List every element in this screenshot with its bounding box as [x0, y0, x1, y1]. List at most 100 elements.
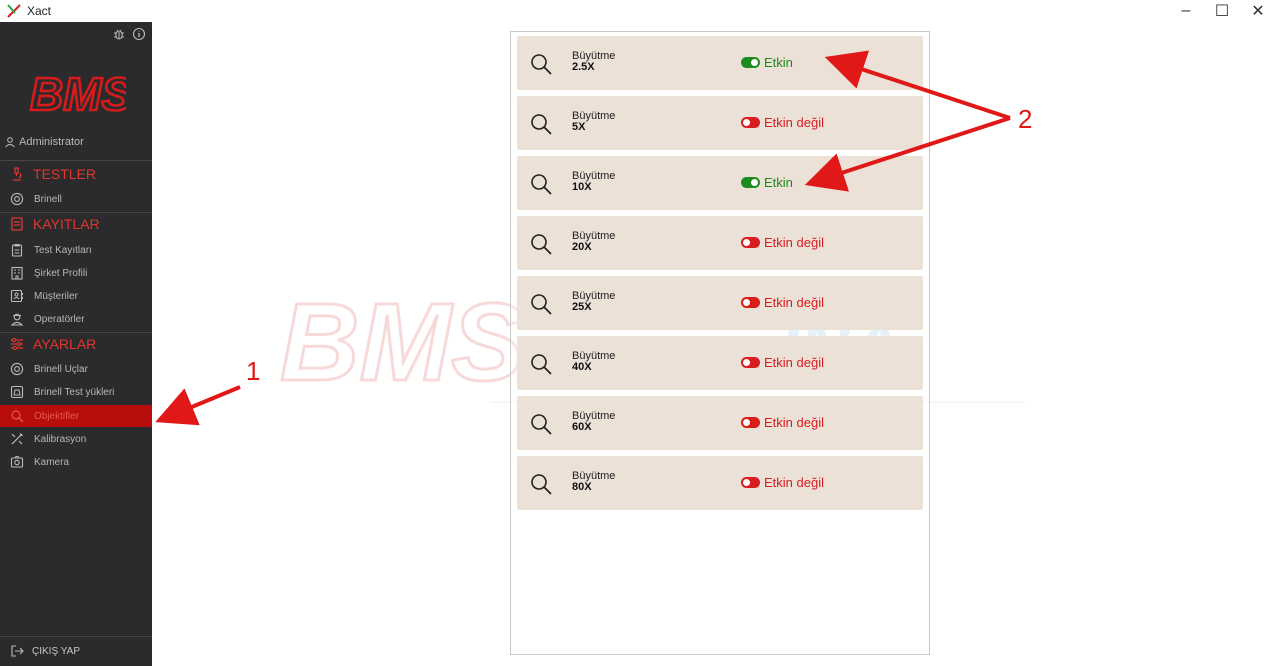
- section-testler: TESTLER: [10, 166, 96, 182]
- objective-row[interactable]: Büyütme 40X Etkin değil: [517, 336, 923, 390]
- annotation-number: 2: [1018, 104, 1033, 134]
- sidebar-item-label: Brinell: [34, 193, 62, 205]
- toggle-switch-icon: [741, 117, 760, 128]
- magnifier-icon: [531, 474, 552, 495]
- objective-row[interactable]: Büyütme 60X Etkin değil: [517, 396, 923, 450]
- operator-icon: [10, 313, 24, 326]
- sidebar-item-kamera[interactable]: Kamera: [0, 451, 152, 473]
- objective-status-toggle[interactable]: Etkin: [741, 175, 793, 190]
- toggle-switch-icon: [741, 357, 760, 368]
- objective-row[interactable]: Büyütme 20X Etkin değil: [517, 216, 923, 270]
- maximize-button[interactable]: ☐: [1204, 0, 1240, 22]
- objective-row[interactable]: Büyütme 80X Etkin değil: [517, 456, 923, 510]
- objective-magnification: 40X: [572, 361, 592, 373]
- objective-status-toggle[interactable]: Etkin: [741, 55, 793, 70]
- annotation-arrow: [155, 385, 241, 426]
- status-text: Etkin: [764, 55, 793, 70]
- sidebar-item-sirket-profili[interactable]: Şirket Profili: [0, 262, 152, 284]
- divider: [0, 212, 152, 213]
- divider: [0, 332, 152, 333]
- bms-logo: BMS: [29, 67, 126, 122]
- sidebar-item-kalibrasyon[interactable]: Kalibrasyon: [0, 428, 152, 450]
- objective-status-toggle[interactable]: Etkin değil: [741, 295, 824, 310]
- svg-text:BMS: BMS: [30, 68, 126, 120]
- window-title: Xact: [27, 4, 52, 18]
- contacts-icon: [10, 289, 23, 303]
- magnifier-icon: [531, 354, 552, 375]
- toggle-switch-icon: [741, 57, 760, 68]
- clipboard-icon: [11, 244, 23, 257]
- objective-status-toggle[interactable]: Etkin değil: [741, 415, 824, 430]
- sidebar-item-test-kayitlari[interactable]: Test Kayıtları: [0, 239, 152, 261]
- sidebar-item-musteriler[interactable]: Müşteriler: [0, 285, 152, 307]
- magnifier-icon: [531, 114, 552, 135]
- objective-magnification: 60X: [572, 421, 592, 433]
- building-icon: [11, 266, 23, 280]
- logout-icon: [11, 645, 24, 657]
- section-label: KAYITLAR: [33, 216, 100, 232]
- section-label: TESTLER: [33, 166, 97, 182]
- bug-icon[interactable]: [112, 27, 126, 41]
- section-kayitlar: KAYITLAR: [10, 216, 100, 232]
- status-text: Etkin değil: [764, 355, 824, 370]
- user-name: Administrator: [19, 136, 84, 148]
- camera-icon: [10, 456, 24, 468]
- sliders-icon: [11, 337, 23, 351]
- user-icon: [5, 137, 15, 148]
- status-text: Etkin: [764, 175, 793, 190]
- magnifier-icon: [531, 414, 552, 435]
- sidebar-item-label: Brinell Uçlar: [34, 363, 88, 375]
- info-icon[interactable]: [132, 27, 146, 41]
- objective-row[interactable]: Büyütme 5X Etkin değil: [517, 96, 923, 150]
- sidebar-item-label: Şirket Profili: [34, 267, 88, 279]
- sidebar-item-brinell-uclar[interactable]: Brinell Uçlar: [0, 358, 152, 380]
- objective-magnification: 20X: [572, 241, 592, 253]
- sidebar-item-brinell[interactable]: Brinell: [0, 188, 152, 210]
- objective-status-toggle[interactable]: Etkin değil: [741, 355, 824, 370]
- title-bar: Xact – ☐ ✕: [0, 0, 1276, 22]
- objective-row[interactable]: Büyütme 10X Etkin: [517, 156, 923, 210]
- objective-status-toggle[interactable]: Etkin değil: [741, 475, 824, 490]
- sidebar-item-label: Brinell Test yükleri: [34, 386, 115, 398]
- weight-icon: [10, 385, 24, 399]
- logout-label: ÇIKIŞ YAP: [32, 645, 80, 657]
- sidebar-item-label: Müşteriler: [34, 290, 78, 302]
- toggle-switch-icon: [741, 477, 760, 488]
- status-text: Etkin değil: [764, 115, 824, 130]
- search-icon: [11, 410, 24, 423]
- magnifier-icon: [531, 234, 552, 255]
- microscope-icon: [13, 167, 22, 181]
- objective-row[interactable]: Büyütme 2.5X Etkin: [517, 36, 923, 90]
- tools-icon: [11, 433, 23, 445]
- current-user: Administrator: [4, 136, 84, 148]
- section-ayarlar: AYARLAR: [10, 336, 96, 352]
- toggle-switch-icon: [741, 297, 760, 308]
- toggle-switch-icon: [741, 177, 760, 188]
- sidebar-item-label: Test Kayıtları: [34, 244, 92, 256]
- xact-logo-icon: [7, 4, 21, 18]
- objective-status-toggle[interactable]: Etkin değil: [741, 115, 824, 130]
- svg-text:BMS: BMS: [280, 281, 524, 404]
- toggle-switch-icon: [741, 237, 760, 248]
- target-icon: [10, 362, 24, 376]
- sidebar-item-label: Kalibrasyon: [34, 433, 87, 445]
- close-button[interactable]: ✕: [1240, 0, 1276, 22]
- sidebar-item-label: Objektifler: [34, 410, 80, 422]
- divider: [0, 636, 152, 637]
- sidebar-item-objektifler[interactable]: Objektifler: [0, 405, 152, 427]
- target-icon: [10, 192, 24, 206]
- section-label: AYARLAR: [33, 336, 97, 352]
- magnifier-icon: [531, 294, 552, 315]
- records-icon: [11, 217, 23, 231]
- objective-magnification: 10X: [572, 181, 592, 193]
- objective-magnification: 25X: [572, 301, 592, 313]
- minimize-button[interactable]: –: [1168, 0, 1204, 22]
- status-text: Etkin değil: [764, 415, 824, 430]
- objective-row[interactable]: Büyütme 25X Etkin değil: [517, 276, 923, 330]
- objective-status-toggle[interactable]: Etkin değil: [741, 235, 824, 250]
- logout-button[interactable]: ÇIKIŞ YAP: [10, 644, 80, 658]
- sidebar-item-brinell-test-yukleri[interactable]: Brinell Test yükleri: [0, 381, 152, 403]
- sidebar-top-icons: [112, 27, 146, 41]
- sidebar-item-operatorler[interactable]: Operatörler: [0, 308, 152, 330]
- objective-magnification: 2.5X: [572, 61, 595, 73]
